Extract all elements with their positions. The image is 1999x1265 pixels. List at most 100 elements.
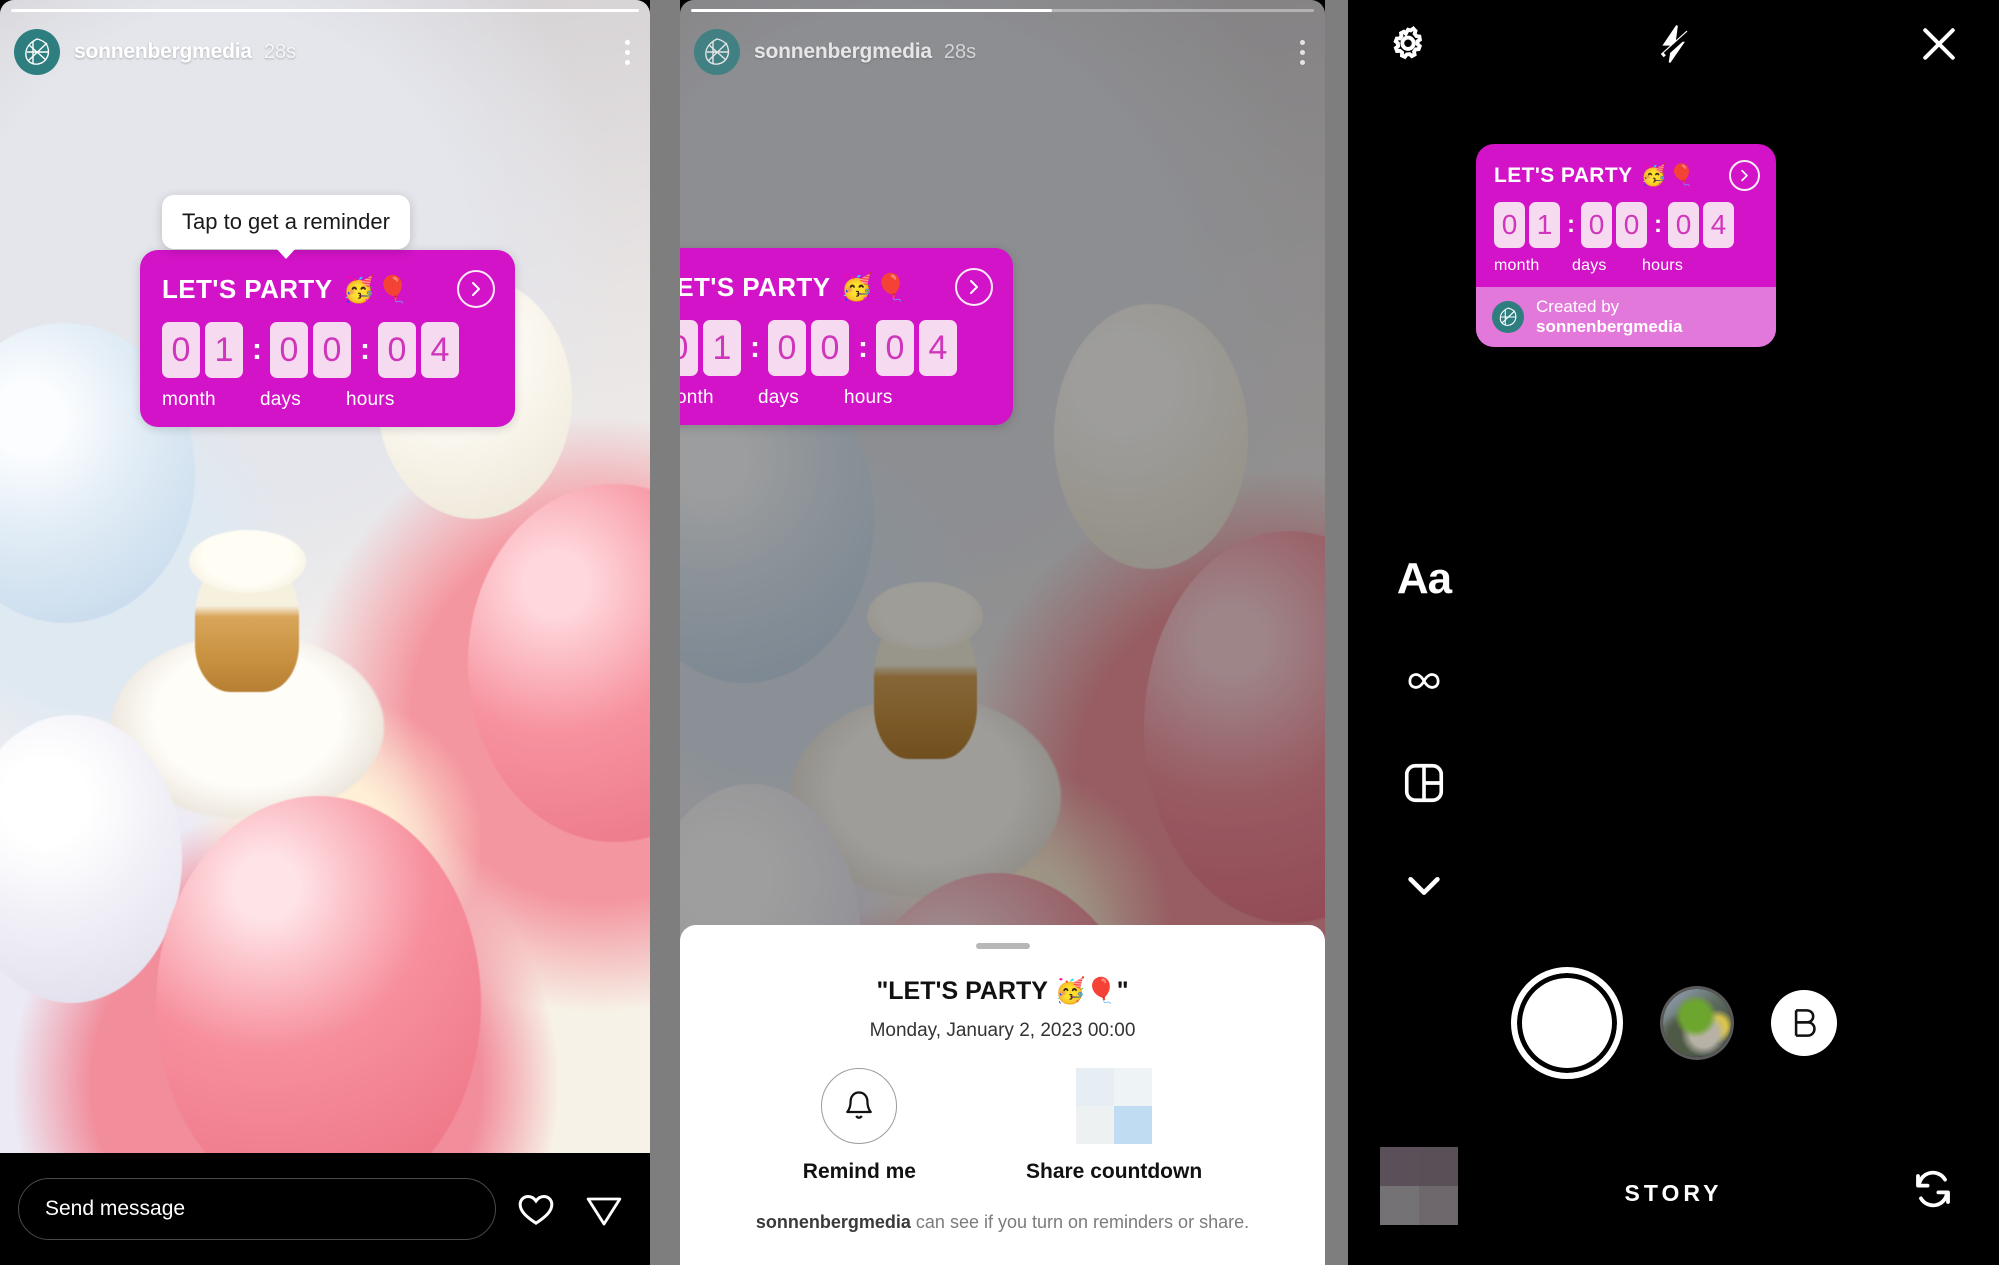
countdown-labels: month days hours <box>162 389 495 411</box>
layout-grid-icon <box>1404 763 1444 803</box>
camera-flip-icon <box>1916 1170 1950 1208</box>
like-button[interactable] <box>508 1181 564 1237</box>
countdown-digit: 0 <box>680 320 698 376</box>
countdown-sticker[interactable]: LET'S PARTY 🥳🎈 0 1 : 0 0 : 0 4 <box>140 250 515 427</box>
avatar[interactable] <box>694 29 740 75</box>
countdown-sticker[interactable]: LET'S PARTY 🥳🎈 0 1 : 0 0 : 0 4 <box>680 248 1013 425</box>
text-tool-button[interactable]: Aa <box>1393 548 1455 610</box>
story-camera-editor-panel: LET'S PARTY 🥳🎈 0 1 : 0 0 : 0 4 month day… <box>1348 0 1999 1265</box>
countdown-digits: 0 1 : 0 0 : 0 4 <box>162 322 495 378</box>
countdown-separator: : <box>1567 211 1575 238</box>
balloon-cream <box>1054 303 1248 570</box>
story-username[interactable]: sonnenbergmedia <box>754 40 932 64</box>
countdown-title-row: LET'S PARTY 🥳🎈 <box>680 268 993 306</box>
story-more-button[interactable] <box>1294 34 1311 71</box>
kebab-dot <box>1300 59 1305 65</box>
countdown-digit: 0 <box>1668 202 1699 248</box>
avatar <box>1492 301 1524 333</box>
chevron-right-circle-icon[interactable] <box>1729 160 1760 191</box>
created-by-username: sonnenbergmedia <box>1536 317 1683 336</box>
sheet-drag-handle[interactable] <box>975 943 1030 949</box>
chevron-right-circle-icon[interactable] <box>955 268 993 306</box>
share-countdown-label: Share countdown <box>1026 1160 1203 1183</box>
share-countdown-button[interactable]: Share countdown <box>1026 1068 1202 1184</box>
countdown-separator: : <box>252 333 262 366</box>
countdown-sticker[interactable]: LET'S PARTY 🥳🎈 0 1 : 0 0 : 0 4 <box>1476 144 1776 347</box>
story-progress-bar[interactable] <box>691 9 1314 12</box>
camera-bottom-bar: STORY <box>1348 1115 1999 1265</box>
more-tools-button[interactable] <box>1393 854 1455 916</box>
story-timestamp: 28s <box>943 40 977 63</box>
story-username[interactable]: sonnenbergmedia <box>74 40 252 64</box>
countdown-title-row: LET'S PARTY 🥳🎈 <box>1494 160 1760 191</box>
countdown-label-hours: hours <box>1642 257 1684 274</box>
infinity-icon <box>1408 673 1440 689</box>
kebab-dot <box>1300 39 1305 45</box>
grid-cell <box>1076 1068 1115 1106</box>
camera-settings-button[interactable] <box>1382 18 1434 70</box>
countdown-digit: 0 <box>1494 202 1525 248</box>
countdown-separator: : <box>1654 211 1662 238</box>
photo-grid-icon <box>1076 1068 1153 1144</box>
countdown-emoji: 🥳🎈 <box>342 273 412 304</box>
paper-plane-icon <box>586 1197 622 1226</box>
countdown-digits: 0 1 : 0 0 : 0 4 <box>1494 202 1760 248</box>
cupcake-frosting <box>188 530 306 593</box>
story-progress-bar[interactable] <box>11 9 639 12</box>
layout-tool-button[interactable] <box>1393 752 1455 814</box>
camera-flip-button[interactable] <box>1905 1161 1961 1217</box>
chevron-right-circle-icon[interactable] <box>457 270 495 308</box>
countdown-digit: 0 <box>876 320 914 376</box>
countdown-digit: 0 <box>313 322 351 378</box>
countdown-digit: 1 <box>1529 202 1560 248</box>
close-button[interactable] <box>1913 18 1965 70</box>
progress-track <box>11 9 639 12</box>
heart-icon <box>518 1194 554 1225</box>
grid-cell <box>1076 1106 1115 1144</box>
story-timestamp: 28s <box>263 40 297 63</box>
boomerang-button[interactable] <box>1770 990 1837 1056</box>
leaf-logo-icon <box>25 38 50 65</box>
countdown-label-days: days <box>260 389 301 410</box>
countdown-label-hours: hours <box>346 389 395 410</box>
chevron-down-icon <box>1408 876 1440 895</box>
countdown-separator: : <box>750 331 760 364</box>
countdown-digit: 1 <box>703 320 741 376</box>
reminder-tooltip: Tap to get a reminder <box>162 195 410 259</box>
flash-toggle-button[interactable] <box>1648 18 1700 70</box>
filter-button[interactable] <box>1662 989 1731 1057</box>
countdown-digit: 4 <box>919 320 957 376</box>
story-header: sonnenbergmedia 28s <box>0 26 650 78</box>
countdown-label-month: month <box>1494 257 1540 274</box>
countdown-title: LET'S PARTY <box>680 271 831 302</box>
sheet-note-username: sonnenbergmedia <box>755 1212 911 1232</box>
bell-icon-circle <box>821 1068 898 1144</box>
send-button[interactable] <box>576 1181 632 1237</box>
countdown-title: LET'S PARTY <box>1494 163 1633 187</box>
countdown-bottom-sheet: "LET'S PARTY 🥳🎈" Monday, January 2, 2023… <box>680 925 1325 1265</box>
countdown-labels: month days hours <box>1494 257 1760 275</box>
story-viewer-panel: sonnenbergmedia 28s Tap to get a reminde… <box>0 0 650 1265</box>
remind-me-label: Remind me <box>802 1160 916 1183</box>
camera-tools-rail: Aa <box>1386 548 1462 916</box>
story-media[interactable] <box>0 0 650 1153</box>
avatar[interactable] <box>14 29 60 75</box>
countdown-digit: 0 <box>811 320 849 376</box>
camera-mode-label[interactable]: STORY <box>1348 1180 1999 1207</box>
countdown-separator: : <box>858 331 868 364</box>
gear-icon <box>1393 26 1423 60</box>
flash-off-icon <box>1660 25 1693 63</box>
infinity-tool-button[interactable] <box>1393 650 1455 712</box>
countdown-label-month: month <box>162 389 216 410</box>
remind-me-button[interactable]: Remind me <box>803 1068 916 1184</box>
countdown-digit: 4 <box>1703 202 1734 248</box>
shutter-button[interactable] <box>1510 967 1623 1079</box>
send-message-input[interactable] <box>18 1178 496 1240</box>
created-by-text: Created by sonnenbergmedia <box>1536 297 1760 337</box>
story-more-button[interactable] <box>619 34 636 71</box>
kebab-dot <box>625 39 630 45</box>
progress-fill <box>11 9 639 12</box>
countdown-label-days: days <box>758 387 799 408</box>
kebab-dot <box>625 49 630 55</box>
leaf-logo-icon <box>1499 307 1517 326</box>
